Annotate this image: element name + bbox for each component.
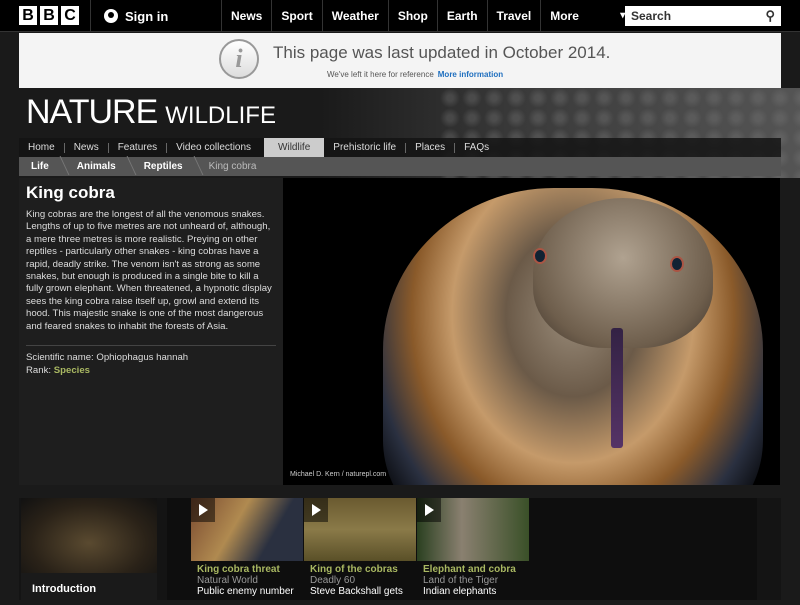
nav-weather[interactable]: Weather [321, 0, 388, 32]
clip-thumbnail [417, 498, 529, 561]
clip-description: Steve Backshall gets [310, 586, 403, 597]
nav-earth[interactable]: Earth [436, 0, 487, 32]
nav-news[interactable]: News [221, 0, 271, 32]
cobra-head [533, 198, 713, 348]
breadcrumb-reptiles[interactable]: Reptiles [132, 161, 199, 172]
cobra-tongue [611, 328, 623, 448]
article-panel: King cobra King cobras are the longest o… [19, 178, 283, 485]
tab-prehistoric-life[interactable]: Prehistoric life [324, 142, 407, 153]
tab-places[interactable]: Places [406, 142, 456, 153]
search-icon[interactable]: ⚲ [765, 8, 775, 24]
cobra-eye [670, 256, 684, 272]
banner-subtext: We've left it here for reference [327, 70, 434, 79]
tab-faqs[interactable]: FAQs [455, 142, 498, 153]
search-placeholder: Search [631, 9, 672, 23]
cobra-eye [533, 248, 547, 264]
video-clips: King cobra threat Natural World Public e… [167, 498, 757, 600]
clip-title[interactable]: Elephant and cobra [423, 564, 529, 575]
nav-sport[interactable]: Sport [271, 0, 321, 32]
tab-home[interactable]: Home [19, 142, 65, 153]
logo-letter: C [61, 6, 79, 25]
play-icon[interactable] [304, 498, 328, 522]
clip-thumbnail [191, 498, 303, 561]
clip-thumbnail [304, 498, 416, 561]
logo-letter: B [19, 6, 37, 25]
logo-letter: B [40, 6, 58, 25]
introduction-thumbnail [21, 498, 157, 573]
banner-title: This page was last updated in October 20… [273, 43, 611, 62]
video-clip[interactable]: King cobra threat Natural World Public e… [191, 498, 303, 597]
breadcrumb-current: King cobra [208, 161, 257, 172]
clip-description: Public enemy number [197, 586, 294, 597]
clip-description: Indian elephants [423, 586, 497, 597]
nav-more[interactable]: More [540, 0, 635, 32]
video-clip[interactable]: King of the cobras Deadly 60 Steve Backs… [304, 498, 416, 597]
sign-in-label: Sign in [125, 8, 169, 24]
tab-features[interactable]: Features [109, 142, 168, 153]
title-nature: NATURE [26, 93, 158, 131]
breadcrumb: Life Animals Reptiles King cobra [19, 157, 781, 176]
clip-title[interactable]: King cobra threat [197, 564, 303, 575]
play-icon[interactable] [191, 498, 215, 522]
divider [26, 345, 276, 347]
user-icon [104, 9, 118, 23]
clip-source: Deadly 60 [310, 575, 356, 586]
nav-shop[interactable]: Shop [387, 0, 437, 32]
top-nav: News Sport Weather Shop Earth Travel Mor… [221, 0, 635, 32]
search-input[interactable]: Search ⚲ [625, 6, 781, 26]
clip-source: Land of the Tiger [423, 575, 499, 586]
article-title: King cobra [26, 183, 115, 202]
bbc-logo[interactable]: BBC [19, 6, 79, 25]
article-body: King cobras are the longest of all the v… [26, 209, 272, 332]
tab-wildlife[interactable]: Wildlife [264, 138, 325, 157]
tab-video-collections[interactable]: Video collections [167, 142, 260, 153]
more-information-link[interactable]: More information [438, 70, 503, 79]
video-clip[interactable]: Elephant and cobra Land of the Tiger Ind… [417, 498, 529, 597]
page-title: NATURE WILDLIFE [26, 93, 276, 132]
breadcrumb-life[interactable]: Life [19, 161, 65, 172]
nav-travel[interactable]: Travel [486, 0, 541, 32]
introduction-card[interactable]: Introduction [21, 498, 157, 600]
photo-credit: Michael D. Kern / naturepl.com [288, 470, 389, 479]
introduction-label: Introduction [32, 583, 97, 595]
rank: Rank: Species [26, 365, 276, 378]
tab-news[interactable]: News [65, 142, 109, 153]
sign-in-link[interactable]: Sign in [90, 0, 218, 32]
clip-title[interactable]: King of the cobras [310, 564, 416, 575]
rank-link[interactable]: Species [54, 365, 90, 376]
play-icon[interactable] [417, 498, 441, 522]
clip-source: Natural World [197, 575, 258, 586]
title-wildlife: WILDLIFE [165, 102, 276, 129]
breadcrumb-animals[interactable]: Animals [65, 161, 132, 172]
section-nav: Home News Features Video collections Wil… [19, 138, 781, 157]
rank-label: Rank: [26, 364, 54, 376]
bbc-top-bar: BBC Sign in News Sport Weather Shop Eart… [0, 0, 800, 32]
king-cobra-photo: Michael D. Kern / naturepl.com [283, 178, 780, 485]
archive-banner: i This page was last updated in October … [19, 33, 781, 88]
scientific-name: Scientific name: Ophiophagus hannah [26, 352, 189, 364]
